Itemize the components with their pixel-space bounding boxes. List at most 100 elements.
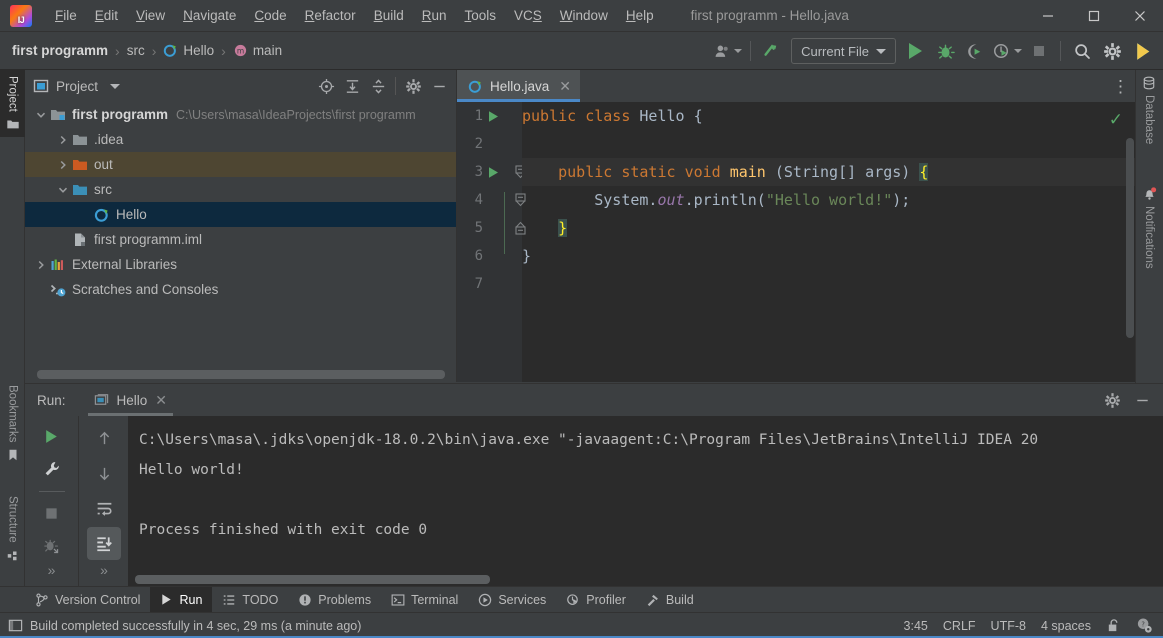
code-line[interactable]: }	[522, 214, 1135, 242]
previous-occurrence-button[interactable]	[87, 422, 121, 455]
console-output[interactable]: C:\Users\masa\.jdks\openjdk-18.0.2\bin\j…	[128, 416, 1163, 586]
collapse-all-icon[interactable]	[365, 73, 391, 99]
bottom-tab-services[interactable]: Services	[468, 587, 556, 613]
bottom-tab-version-control[interactable]: Version Control	[25, 587, 150, 613]
code-line[interactable]	[522, 270, 1135, 298]
caret-position[interactable]: 3:45	[904, 619, 928, 633]
more-chevrons-icon[interactable]: »	[100, 562, 108, 578]
menu-item-vcs[interactable]: VCS	[505, 5, 551, 26]
bottom-tab-run[interactable]: Run	[150, 586, 213, 613]
code-line[interactable]: public class Hello {	[522, 102, 1135, 130]
editor-gutter[interactable]: 1 2 3 4 5 6 7	[457, 102, 526, 382]
checkmark-ok-icon[interactable]: ✓	[1109, 110, 1123, 130]
gutter-run-icon[interactable]	[487, 158, 501, 186]
gear-icon[interactable]	[1099, 387, 1125, 413]
stop-button[interactable]	[1026, 38, 1052, 64]
tree-node-hello[interactable]: Hello	[25, 202, 456, 227]
menu-item-refactor[interactable]: Refactor	[296, 5, 365, 26]
profiler-button[interactable]	[992, 38, 1022, 64]
scroll-to-end-button[interactable]	[87, 527, 121, 560]
editor-scrollbar[interactable]	[1126, 138, 1134, 338]
minimize-icon[interactable]	[1025, 0, 1071, 32]
file-encoding[interactable]: UTF-8	[991, 619, 1026, 633]
minus-icon[interactable]	[1129, 387, 1155, 413]
close-icon[interactable]: ✕	[559, 78, 571, 95]
tree-node-first-programm-iml[interactable]: first programm.iml	[25, 227, 456, 252]
menu-item-file[interactable]: File	[46, 5, 86, 26]
sidebar-item-bookmarks[interactable]: Bookmarks	[0, 379, 25, 468]
tree-node-idea[interactable]: .idea	[25, 127, 456, 152]
run-configuration-selector[interactable]: Current File	[791, 38, 896, 64]
close-icon[interactable]	[1117, 0, 1163, 32]
menu-item-help[interactable]: Help	[617, 5, 663, 26]
chevron-right-icon[interactable]	[33, 260, 49, 270]
line-separator[interactable]: CRLF	[943, 619, 976, 633]
thread-dump-button[interactable]	[35, 530, 69, 560]
chevron-right-icon[interactable]	[55, 135, 71, 145]
bottom-tab-profiler[interactable]: Profiler	[556, 587, 636, 613]
menu-item-window[interactable]: Window	[551, 5, 617, 26]
bottom-tab-build[interactable]: Build	[636, 587, 704, 613]
maximize-icon[interactable]	[1071, 0, 1117, 32]
project-tree[interactable]: first programm C:\Users\masa\IdeaProjects…	[25, 102, 456, 382]
breadcrumb-method[interactable]: main	[253, 43, 282, 58]
console-horizontal-scrollbar[interactable]	[135, 575, 490, 584]
gear-icon[interactable]	[400, 73, 426, 99]
indent-setting[interactable]: 4 spaces	[1041, 619, 1091, 633]
sidebar-item-database[interactable]: Database	[1135, 70, 1163, 150]
breadcrumb-class[interactable]: Hello	[183, 43, 214, 58]
chevron-down-icon[interactable]	[55, 185, 71, 195]
close-icon[interactable]: ✕	[155, 392, 167, 409]
tree-node-first-programm[interactable]: first programm C:\Users\masa\IdeaProjects…	[25, 102, 456, 127]
gutter-run-icon[interactable]	[487, 102, 501, 130]
menu-item-code[interactable]: Code	[245, 5, 295, 26]
rerun-button[interactable]	[35, 422, 69, 452]
unlocked-icon[interactable]	[1106, 618, 1121, 633]
stop-button[interactable]	[35, 498, 69, 528]
code-line[interactable]	[522, 130, 1135, 158]
run-with-coverage-button[interactable]	[962, 38, 988, 64]
toggle-toolwindows-icon[interactable]	[8, 618, 23, 633]
menu-item-navigate[interactable]: Navigate	[174, 5, 245, 26]
menu-item-edit[interactable]: Edit	[86, 5, 127, 26]
code-line[interactable]: }	[522, 242, 1135, 270]
code-line[interactable]: public static void main (String[] args) …	[522, 158, 1135, 186]
bottom-tab-problems[interactable]: Problems	[288, 587, 381, 613]
menu-item-build[interactable]: Build	[365, 5, 413, 26]
chevron-down-icon[interactable]	[33, 110, 49, 120]
expand-all-icon[interactable]	[339, 73, 365, 99]
tree-node-out[interactable]: out	[25, 152, 456, 177]
update-project-icon[interactable]	[759, 38, 785, 64]
debug-button[interactable]	[932, 38, 958, 64]
code-content[interactable]: public class Hello { public static void …	[522, 102, 1135, 382]
soft-wrap-button[interactable]	[87, 492, 121, 525]
menu-item-view[interactable]: View	[127, 5, 174, 26]
project-horizontal-scrollbar[interactable]	[37, 370, 445, 379]
account-icon[interactable]	[714, 38, 743, 64]
bottom-tab-terminal[interactable]: Terminal	[381, 587, 468, 613]
ide-features-icon[interactable]	[1129, 38, 1155, 64]
crosshair-icon[interactable]	[313, 73, 339, 99]
chevron-down-icon[interactable]	[110, 83, 121, 89]
search-everywhere-icon[interactable]	[1069, 38, 1095, 64]
more-options-icon[interactable]: ⋮	[1112, 78, 1129, 95]
edit-configuration-button[interactable]	[35, 454, 69, 484]
run-tab-hello[interactable]: Hello ✕	[84, 384, 178, 416]
sidebar-item-notifications[interactable]: Notifications	[1135, 180, 1163, 275]
menu-item-tools[interactable]: Tools	[456, 5, 506, 26]
tree-node-src[interactable]: src	[25, 177, 456, 202]
sidebar-item-structure[interactable]: Structure	[0, 490, 25, 568]
chevron-right-icon[interactable]	[55, 160, 71, 170]
sidebar-item-project[interactable]: Project	[0, 70, 25, 137]
breadcrumb-src[interactable]: src	[127, 43, 145, 58]
code-line[interactable]: System. out .println("Hello world!");	[522, 186, 1135, 214]
menu-item-run[interactable]: Run	[413, 5, 456, 26]
tree-node-external-libraries[interactable]: External Libraries	[25, 252, 456, 277]
more-chevrons-icon[interactable]: »	[48, 562, 56, 578]
next-occurrence-button[interactable]	[87, 457, 121, 490]
minus-icon[interactable]	[426, 73, 452, 99]
settings-gear-icon[interactable]	[1099, 38, 1125, 64]
breadcrumb-project[interactable]: first programm	[12, 43, 108, 58]
run-button[interactable]	[902, 38, 928, 64]
tree-node-scratches-and-consoles[interactable]: Scratches and Consoles	[25, 277, 456, 302]
